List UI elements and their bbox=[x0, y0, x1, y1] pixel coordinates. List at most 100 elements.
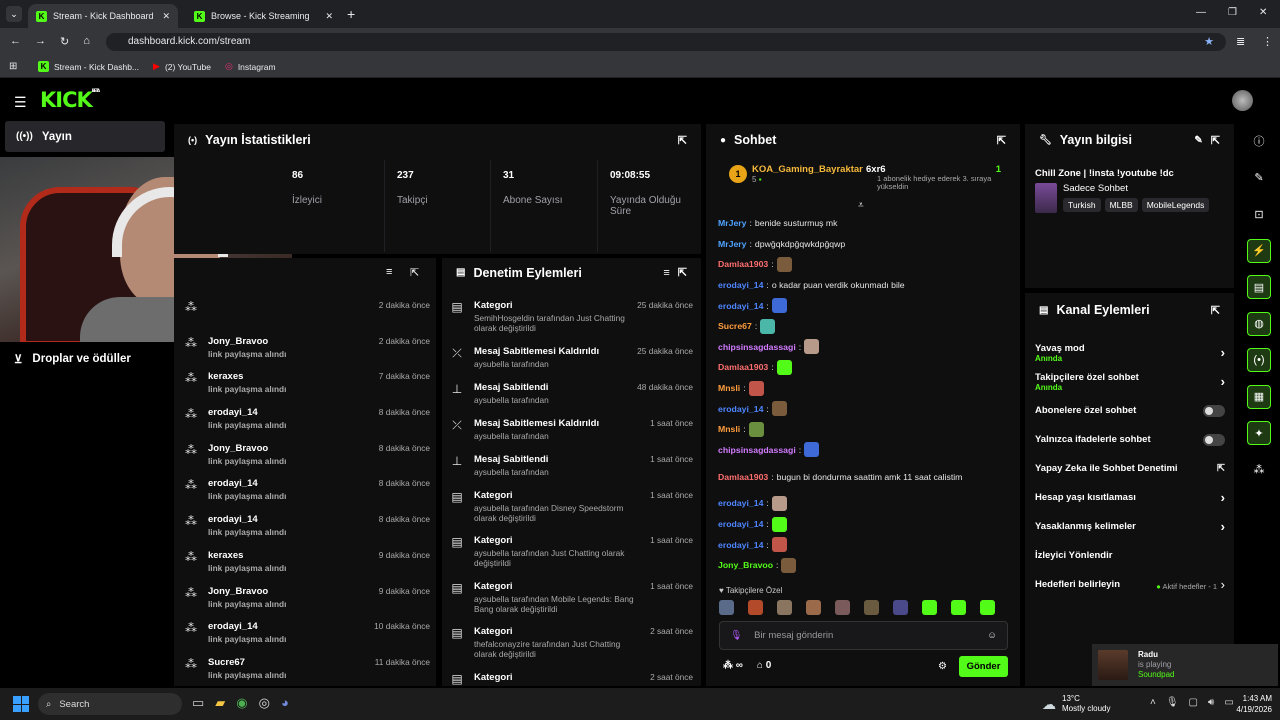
bookmark-youtube[interactable]: ▶ (2) YouTube bbox=[153, 61, 211, 72]
new-tab-button[interactable]: + bbox=[347, 6, 355, 22]
external-link-icon[interactable]: ⇱ bbox=[1217, 463, 1225, 474]
popout-icon[interactable]: ⇱ bbox=[678, 134, 687, 147]
obs-icon[interactable]: ◎ bbox=[259, 695, 270, 711]
tab-stream-dashboard[interactable]: K Stream - Kick Dashboard ✕ bbox=[28, 4, 178, 28]
popout-icon[interactable]: ⇱ bbox=[997, 134, 1006, 147]
chat-username[interactable]: Jony_Bravoo bbox=[718, 560, 773, 570]
windows-start-icon[interactable] bbox=[13, 696, 29, 712]
moderation-row[interactable]: ⊥ Mesaj Sabitlendi aysubella tarafından 48 … bbox=[450, 382, 693, 418]
emote-icon[interactable] bbox=[893, 600, 908, 615]
close-icon[interactable]: ✕ bbox=[325, 11, 333, 22]
volume-icon[interactable]: 🔊︎ bbox=[1208, 697, 1214, 708]
chat-username[interactable]: erodayi_14 bbox=[718, 280, 763, 290]
weather-widget[interactable]: ☁ 13°C Mostly cloudy bbox=[1042, 694, 1110, 714]
chat-message[interactable]: Damlaa1903: bugun bi dondurma saattim amk… bbox=[718, 460, 1014, 493]
chat-username[interactable]: Sucre67 bbox=[718, 321, 752, 331]
back-icon[interactable]: ← bbox=[10, 35, 21, 48]
browser-menu-icon[interactable]: ⋮ bbox=[1262, 35, 1273, 48]
emote-icon[interactable] bbox=[951, 600, 966, 615]
send-button[interactable]: Gönder bbox=[959, 656, 1008, 677]
moderation-row[interactable]: ⤫ Mesaj Sabitlemesi Kaldırıldı aysubella t… bbox=[450, 418, 693, 454]
chat-message[interactable]: MrJery: benide susturmuş mk bbox=[718, 213, 1014, 234]
chevron-right-icon[interactable]: › bbox=[1221, 519, 1225, 534]
moderation-row[interactable]: ▤ Kategori aysubella tarafından Disney Spe… bbox=[450, 490, 693, 536]
chat-message[interactable]: erodayi_14: bbox=[718, 514, 1014, 535]
channel-action-row[interactable]: Yasaklanmış kelimeler › bbox=[1035, 512, 1225, 541]
reward-row[interactable]: ⁂ erodayi_14 link paylaşma alındı 10 dakika… bbox=[184, 621, 430, 657]
chevron-up-icon[interactable]: ˄ bbox=[1150, 697, 1156, 708]
chat-message[interactable]: Mnsli: bbox=[718, 378, 1014, 399]
moderation-row[interactable]: ▤ Kategori aysubella tarafından Mobile Leg… bbox=[450, 581, 693, 627]
tag[interactable]: MobileLegends bbox=[1141, 198, 1210, 212]
gift-leader-card[interactable]: 6xr6 1 1 abonelik hediye ederek 3. sıraya… bbox=[866, 164, 1001, 191]
chat-message[interactable]: Mnsli: bbox=[718, 419, 1014, 440]
chat-message[interactable]: Damlaa1903: bbox=[718, 357, 1014, 378]
chat-username[interactable]: Damlaa1903 bbox=[718, 259, 768, 269]
chevron-right-icon[interactable]: › bbox=[1221, 374, 1225, 389]
chat-username[interactable]: chipsinsagdassagi bbox=[718, 445, 796, 455]
home-icon[interactable]: ⌂ bbox=[83, 35, 90, 48]
chat-username[interactable]: Damlaa1903 bbox=[718, 362, 768, 372]
chat-settings-icon[interactable]: ⚙ bbox=[938, 661, 947, 672]
kick-logo[interactable]: KICKBETA bbox=[40, 88, 100, 112]
mic-tray-icon[interactable]: 🎙︎ bbox=[1166, 697, 1179, 708]
chat-message[interactable]: erodayi_14: bbox=[718, 534, 1014, 555]
forward-icon[interactable]: → bbox=[35, 35, 46, 48]
chat-message[interactable]: chipsinsagdassagi: bbox=[718, 440, 1014, 461]
emote-icon[interactable] bbox=[922, 600, 937, 615]
chevron-right-icon[interactable]: › bbox=[1221, 490, 1225, 505]
reward-row[interactable]: ⁂ Jony_Bravoo link paylaşma alındı 8 dakika… bbox=[184, 443, 430, 479]
chat-message[interactable]: erodayi_14: bbox=[718, 295, 1014, 316]
edit-icon[interactable]: ✎ bbox=[1194, 135, 1202, 146]
wrench-icon[interactable]: ✦ bbox=[1247, 421, 1271, 445]
channel-action-row[interactable]: Hedefleri belirleyin ● Aktif hedefler - 1… bbox=[1035, 570, 1225, 599]
chat-message[interactable]: erodayi_14: bbox=[718, 398, 1014, 419]
emote-icon[interactable] bbox=[835, 600, 850, 615]
network-icon[interactable]: ▢ bbox=[1189, 697, 1198, 708]
chat-username[interactable]: MrJery bbox=[718, 239, 747, 249]
reward-row[interactable]: ⁂ erodayi_14 link paylaşma alındı 8 dakika … bbox=[184, 478, 430, 514]
document-icon[interactable]: ▤ bbox=[1247, 275, 1271, 299]
channel-action-row[interactable]: Abonelere özel sohbet bbox=[1035, 396, 1225, 425]
task-view-icon[interactable]: ▭ bbox=[192, 695, 204, 711]
filter-icon[interactable]: ≡ bbox=[663, 267, 669, 279]
channel-action-row[interactable]: Yavaş mod Anında › bbox=[1035, 338, 1225, 367]
close-icon[interactable]: ✕ bbox=[162, 11, 170, 22]
chrome-icon[interactable]: ◉ bbox=[236, 695, 247, 711]
chat-message[interactable]: erodayi_14: bbox=[718, 493, 1014, 514]
microphone-icon[interactable]: 🎙︎ bbox=[730, 630, 742, 641]
edit-icon[interactable]: ✎ bbox=[1247, 166, 1271, 190]
file-explorer-icon[interactable]: ▰ bbox=[215, 695, 225, 711]
screenshot-icon[interactable]: ⊡ bbox=[1247, 202, 1271, 226]
reward-row[interactable]: ⁂ keraxes link paylaşma alındı 7 dakika önc… bbox=[184, 371, 430, 407]
clock[interactable]: 1:43 AM 4/19/2026 bbox=[1228, 693, 1272, 715]
chat-message[interactable]: Jony_Bravoo: bbox=[718, 555, 1014, 576]
chat-message[interactable]: MrJery: dpwğqkdpğqwkdpğqwp bbox=[718, 234, 1014, 255]
reward-row[interactable]: ⁂ Jony_Bravoo link paylaşma alındı 2 dakika… bbox=[184, 336, 430, 372]
url-bar[interactable]: dashboard.kick.com/stream ★ bbox=[106, 33, 1226, 51]
nav-item-drops[interactable]: ⊻ Droplar ve ödüller bbox=[14, 352, 131, 366]
info-icon[interactable]: ⓘ bbox=[1247, 129, 1271, 153]
chat-message[interactable]: erodayi_14: o kadar puan verdik okunmadı … bbox=[718, 275, 1014, 296]
chat-username[interactable]: erodayi_14 bbox=[718, 519, 763, 529]
popout-icon[interactable]: ⇱ bbox=[1211, 304, 1220, 317]
activity-notification[interactable]: Radu is playing Soundpad bbox=[1092, 644, 1278, 686]
popout-icon[interactable]: ⇱ bbox=[1211, 134, 1220, 147]
top-gifter-card[interactable]: 1 KOA_Gaming_Bayraktar 5 ▪ bbox=[729, 164, 863, 184]
moderation-row[interactable]: ⊥ Mesaj Sabitlendi aysubella tarafından 1 s… bbox=[450, 454, 693, 490]
lightning-icon[interactable]: ⚡ bbox=[1247, 238, 1271, 263]
reward-row[interactable]: ⁂ keraxes link paylaşma alındı 9 dakika önc… bbox=[184, 550, 430, 586]
reward-row[interactable]: ⁂ erodayi_14 link paylaşma alındı 8 dakika … bbox=[184, 407, 430, 443]
layout-icon[interactable]: ▦ bbox=[1247, 384, 1271, 409]
emote-icon[interactable] bbox=[864, 600, 879, 615]
tag[interactable]: Turkish bbox=[1063, 198, 1101, 212]
chat-username[interactable]: chipsinsagdassagi bbox=[718, 342, 796, 352]
filter-icon[interactable]: ≡ bbox=[386, 266, 392, 278]
close-window-icon[interactable]: ✕ bbox=[1259, 7, 1267, 18]
nav-item-stream[interactable]: ((•)) Yayın bbox=[5, 121, 165, 152]
collapse-pinned-icon[interactable]: ⩡ bbox=[858, 200, 864, 211]
emote-icon[interactable] bbox=[806, 600, 821, 615]
channel-action-row[interactable]: İzleyici Yönlendir bbox=[1035, 541, 1225, 570]
points-icon[interactable]: ⁂ ∞ bbox=[723, 660, 743, 671]
reward-row[interactable]: ⁂ Jony_Bravoo link paylaşma alındı 9 dakika… bbox=[184, 586, 430, 622]
